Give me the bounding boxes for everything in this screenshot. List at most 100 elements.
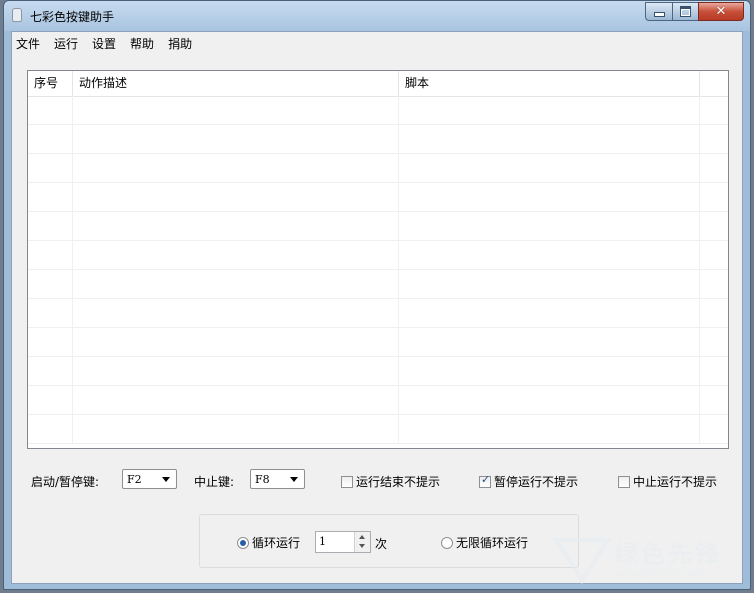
checkbox-no-prompt-on-finish[interactable]: 运行结束不提示 [341,473,440,490]
table-cell [399,241,700,269]
table-cell [700,183,728,211]
table-cell [28,357,73,385]
client-area: 文件 运行 设置 帮助 捐助 序号 动作描述 脚本 启动/暂停键: F2 中止键… [11,31,743,584]
radio-label: 无限循环运行 [456,536,529,550]
table-cell [28,241,73,269]
checkbox-no-prompt-on-stop[interactable]: 中止运行不提示 [618,473,717,490]
checkbox-label: 中止运行不提示 [633,475,718,489]
table-cell [73,183,399,211]
action-table[interactable]: 序号 动作描述 脚本 [27,70,729,449]
table-cell [700,154,728,182]
stop-key-select[interactable]: F8 [250,469,305,489]
close-button[interactable]: ✕ [698,2,744,21]
window-title: 七彩色按键助手 [30,10,115,24]
start-pause-key-value: F2 [127,473,142,486]
table-cell [700,299,728,327]
radio-loop-run[interactable]: 循环运行 [237,534,300,551]
table-row[interactable] [28,328,728,357]
checkbox-box[interactable] [618,475,630,488]
table-cell [399,386,700,414]
checkbox-box[interactable] [341,475,353,488]
chevron-down-icon [162,477,170,482]
loop-count-value: 1 [319,535,326,548]
table-cell [28,299,73,327]
minimize-icon [653,12,665,17]
table-cell [73,328,399,356]
menu-settings[interactable]: 设置 [85,32,123,54]
table-row[interactable] [28,154,728,183]
times-label: 次 [375,537,388,551]
menu-bar: 文件 运行 设置 帮助 捐助 [12,32,742,54]
table-cell [73,212,399,240]
title-bar[interactable]: 七彩色按键助手 ✕ [4,1,750,31]
menu-help[interactable]: 帮助 [123,32,161,54]
table-row[interactable] [28,415,728,444]
table-row[interactable] [28,299,728,328]
checkbox-label: 运行结束不提示 [356,475,441,489]
checkmark-icon: ✓ [481,472,491,486]
table-cell [700,96,728,124]
radio-button[interactable] [441,536,453,549]
menu-donate[interactable]: 捐助 [161,32,199,54]
table-cell [700,212,728,240]
radio-infinite-loop[interactable]: 无限循环运行 [441,534,528,551]
table-cell [73,299,399,327]
loop-count-spinner[interactable]: 1 [315,531,371,553]
table-row[interactable] [28,241,728,270]
table-cell [700,328,728,356]
radio-label: 循环运行 [252,536,301,550]
table-cell [28,415,73,443]
table-header: 序号 动作描述 脚本 [28,71,728,97]
table-row[interactable] [28,212,728,241]
checkbox-box[interactable]: ✓ [479,472,491,488]
maximize-button[interactable] [672,2,698,21]
radio-button-selected[interactable] [237,536,249,549]
menu-run[interactable]: 运行 [47,32,85,54]
table-cell [399,96,700,124]
loop-options-group: 循环运行 1 次 无限循环运行 [199,514,579,568]
spinner-buttons [354,532,370,552]
table-row[interactable] [28,386,728,415]
start-pause-key-label: 启动/暂停键: [31,475,100,489]
table-cell [399,270,700,298]
table-row[interactable] [28,357,728,386]
table-cell [28,328,73,356]
table-cell [73,386,399,414]
table-row[interactable] [28,183,728,212]
table-cell [700,125,728,153]
table-cell [73,241,399,269]
table-cell [28,212,73,240]
app-icon [12,8,22,22]
table-cell [399,328,700,356]
column-header-index[interactable]: 序号 [28,71,73,96]
table-cell [399,299,700,327]
start-pause-key-select[interactable]: F2 [122,469,177,489]
table-row[interactable] [28,125,728,154]
table-cell [73,154,399,182]
table-cell [399,125,700,153]
column-header-script[interactable]: 脚本 [399,71,700,96]
table-cell [28,183,73,211]
table-row[interactable] [28,270,728,299]
table-cell [399,212,700,240]
table-row[interactable] [28,96,728,125]
menu-file[interactable]: 文件 [12,32,47,54]
table-cell [28,270,73,298]
table-cell [700,357,728,385]
minimize-button[interactable] [645,2,672,21]
table-cell [700,270,728,298]
stop-key-label: 中止键: [194,475,235,489]
window-controls: ✕ [645,2,744,22]
table-cell [73,125,399,153]
column-header-description[interactable]: 动作描述 [73,71,399,96]
close-icon: ✕ [715,4,727,19]
checkbox-label: 暂停运行不提示 [494,475,579,489]
checkbox-no-prompt-on-pause[interactable]: ✓ 暂停运行不提示 [479,473,578,490]
chevron-down-icon [290,477,298,482]
table-cell [700,386,728,414]
app-window: 七彩色按键助手 ✕ 文件 运行 设置 帮助 捐助 序号 动作描述 脚本 启动/暂… [3,0,751,590]
hotkey-controls: 启动/暂停键: F2 中止键: F8 运行结束不提示 ✓ 暂停运行不提示 中止运… [12,468,742,494]
spinner-down-icon[interactable] [355,542,370,552]
table-cell [73,357,399,385]
table-cell [73,415,399,443]
